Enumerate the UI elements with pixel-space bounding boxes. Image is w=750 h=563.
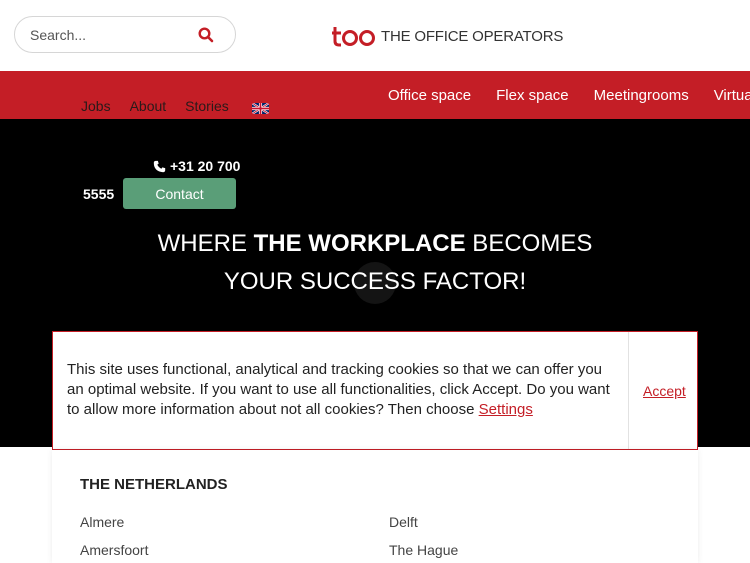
nav-flex-space[interactable]: Flex space — [496, 87, 569, 104]
phone-icon — [153, 160, 166, 172]
hero-title-line2: YOUR SUCCESS FACTOR! — [223, 268, 527, 295]
cookie-accept-button[interactable]: Accept — [643, 383, 686, 399]
location-link[interactable]: Almere — [80, 514, 124, 530]
main-navbar: Jobs About Stories Office space Flex spa… — [0, 71, 750, 119]
nav-office-space[interactable]: Office space — [388, 87, 471, 104]
phone-number-continued: 5555 — [83, 186, 115, 202]
secondary-nav: Jobs About Stories — [81, 98, 248, 114]
nav-virtual-office[interactable]: Virtual office — [714, 87, 750, 104]
locations-title: THE NETHERLANDS — [80, 476, 228, 493]
hero-title-pre: WHERE — [157, 230, 254, 257]
location-link[interactable]: Amersfoort — [80, 542, 148, 558]
search-icon[interactable] — [197, 26, 215, 44]
nav-stories[interactable]: Stories — [185, 98, 229, 114]
location-link[interactable]: Delft — [389, 514, 418, 530]
nav-meetingrooms[interactable]: Meetingrooms — [594, 87, 689, 104]
contact-button[interactable]: Contact — [123, 178, 236, 209]
location-link[interactable]: The Hague — [389, 542, 458, 558]
too-logo-icon — [332, 27, 375, 47]
primary-nav: Office space Flex space Meetingrooms Vir… — [388, 87, 750, 104]
top-header: THE OFFICE OPERATORS — [0, 0, 750, 71]
nav-jobs[interactable]: Jobs — [81, 98, 111, 114]
cookie-settings-link[interactable]: Settings — [479, 401, 533, 418]
uk-flag-icon[interactable] — [251, 101, 270, 115]
logo[interactable]: THE OFFICE OPERATORS — [331, 24, 563, 48]
hero-title-post: BECOMES — [465, 230, 593, 257]
nav-about[interactable]: About — [130, 98, 167, 114]
search-box — [14, 16, 236, 53]
hero-title: WHERE THE WORKPLACE BECOMES YOUR SUCCESS… — [0, 225, 750, 301]
cookie-message: This site uses functional, analytical an… — [67, 360, 615, 420]
brand-name: THE OFFICE OPERATORS — [381, 27, 564, 45]
cookie-banner: This site uses functional, analytical an… — [52, 331, 698, 450]
locations-panel: THE NETHERLANDS Almere Amersfoort Delft … — [52, 450, 698, 563]
search-input[interactable] — [30, 17, 195, 52]
hero-title-bold: THE WORKPLACE — [253, 230, 466, 257]
phone-number[interactable]: +31 20 700 — [153, 158, 240, 174]
phone-number-text: +31 20 700 — [170, 158, 241, 174]
cookie-divider — [628, 332, 629, 449]
